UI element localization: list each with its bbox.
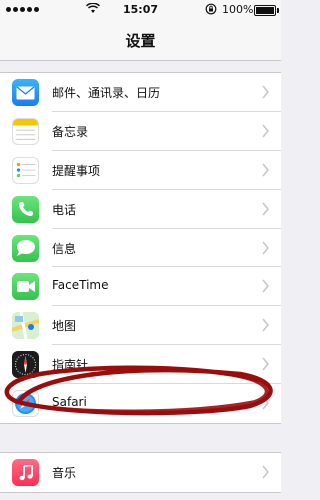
- settings-group-apps: 邮件、通讯录、日历 备忘录 提醒事项 电话 信息 FaceTime 地图 指南针…: [0, 72, 281, 425]
- chevron-right-icon: [262, 465, 269, 479]
- reminders-icon: [12, 156, 39, 184]
- chevron-right-icon: [262, 357, 269, 371]
- compass-icon: [12, 351, 39, 379]
- settings-row-music[interactable]: 音乐: [0, 453, 281, 492]
- settings-row-reminders[interactable]: 提醒事项: [0, 151, 281, 190]
- rotation-lock-icon: [205, 3, 217, 15]
- settings-row-phone[interactable]: 电话: [0, 190, 281, 229]
- settings-row-label: 地图: [52, 319, 77, 334]
- chevron-right-icon: [262, 318, 269, 332]
- settings-row-compass[interactable]: 指南针: [0, 345, 281, 385]
- settings-row-label: Safari: [52, 395, 87, 410]
- settings-row-safari[interactable]: Safari: [0, 384, 281, 423]
- safari-icon: [12, 390, 39, 418]
- battery-icon: [254, 5, 279, 16]
- status-bar: 15:07 100%: [0, 0, 281, 20]
- settings-row-label: 音乐: [52, 466, 77, 480]
- settings-row-maps[interactable]: 地图: [0, 306, 281, 346]
- mail-icon: [12, 79, 39, 106]
- navigation-bar: 设置: [0, 20, 281, 61]
- settings-row-label: FaceTime: [52, 278, 109, 293]
- settings-row-messages[interactable]: 信息: [0, 229, 281, 268]
- messages-icon: [12, 234, 39, 262]
- settings-group-media: 音乐: [0, 452, 281, 493]
- settings-row-label: 提醒事项: [52, 163, 101, 178]
- page-title: 设置: [125, 32, 156, 50]
- chevron-right-icon: [262, 396, 269, 410]
- maps-icon: [12, 312, 39, 340]
- chevron-right-icon: [262, 163, 269, 177]
- chevron-right-icon: [262, 202, 269, 216]
- chevron-right-icon: [262, 279, 269, 293]
- facetime-icon: [12, 273, 39, 301]
- chevron-right-icon: [262, 124, 269, 138]
- settings-row-label: 邮件、通讯录、日历: [52, 86, 161, 100]
- settings-row-label: 信息: [52, 241, 77, 256]
- settings-row-label: 电话: [52, 202, 77, 217]
- notes-icon: [12, 117, 39, 145]
- settings-row-mail[interactable]: 邮件、通讯录、日历: [0, 73, 281, 112]
- battery-percentage: 100%: [222, 3, 254, 16]
- settings-row-label: 指南针: [52, 358, 89, 373]
- phone-icon: [12, 195, 39, 223]
- chevron-right-icon: [262, 85, 269, 99]
- settings-row-facetime[interactable]: FaceTime: [0, 267, 281, 307]
- settings-row-label: 备忘录: [52, 124, 89, 139]
- chevron-right-icon: [262, 241, 269, 255]
- music-icon: [12, 459, 39, 486]
- settings-row-notes[interactable]: 备忘录: [0, 112, 281, 151]
